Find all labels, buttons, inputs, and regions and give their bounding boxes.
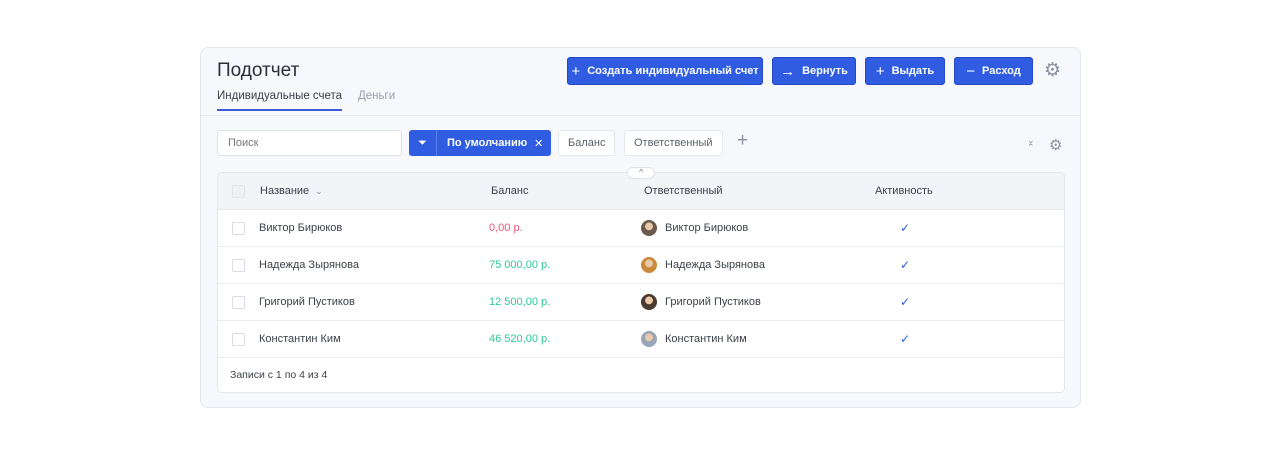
plus-icon: + — [571, 62, 581, 80]
table-row[interactable]: Константин Ким 46 520,00 р. Константин К… — [218, 321, 1064, 358]
button-label: Выдать — [891, 65, 935, 77]
filter-preset-label: По умолчанию — [447, 137, 528, 149]
row-checkbox[interactable] — [232, 259, 245, 272]
table-settings-gear-icon[interactable]: ⚙ — [1049, 136, 1062, 154]
avatar — [641, 331, 657, 347]
account-balance: 46 520,00 р. — [489, 333, 551, 345]
table-row[interactable]: Надежда Зырянова 75 000,00 р. Надежда Зы… — [218, 247, 1064, 284]
account-owner: Григорий Пустиков — [641, 284, 761, 320]
account-name[interactable]: Константин Ким — [259, 321, 341, 357]
return-button[interactable]: → Вернуть — [772, 57, 856, 85]
checkmark-icon: ✓ — [900, 295, 911, 309]
create-account-button[interactable]: + Создать индивидуальный счет — [567, 57, 763, 85]
avatar — [641, 220, 657, 236]
owner-name: Константин Ким — [665, 333, 747, 345]
checkmark-icon: ✓ — [900, 332, 911, 346]
avatar — [641, 257, 657, 273]
column-header-activity[interactable]: Активность — [875, 173, 933, 209]
account-name[interactable]: Виктор Бирюков — [259, 210, 342, 246]
row-checkbox[interactable] — [232, 222, 245, 235]
avatar — [641, 294, 657, 310]
filter-chip-balance[interactable]: Баланс — [558, 130, 616, 156]
checkmark-icon: ✓ — [900, 258, 911, 272]
minus-icon: − — [966, 62, 976, 80]
filter-preset-chip[interactable]: ⏷ По умолчанию ✕ — [409, 130, 551, 156]
account-name[interactable]: Надежда Зырянова — [259, 247, 359, 283]
owner-name: Виктор Бирюков — [665, 222, 749, 234]
search-input[interactable] — [217, 130, 402, 156]
row-checkbox[interactable] — [232, 333, 245, 346]
column-header-name[interactable]: Название ⌄ — [260, 173, 323, 209]
select-all-checkbox[interactable] — [232, 185, 245, 198]
settings-gear-icon[interactable]: ⚙ — [1044, 59, 1061, 82]
divider — [201, 115, 1080, 116]
close-icon[interactable]: ✕ — [534, 137, 543, 150]
account-balance: 12 500,00 р. — [489, 296, 551, 308]
table-row[interactable]: Григорий Пустиков 12 500,00 р. Григорий … — [218, 284, 1064, 321]
accountable-panel: Подотчет Индивидуальные счета Деньги + Со… — [200, 47, 1081, 408]
filter-icon: ⏷ — [409, 130, 437, 156]
tab-money[interactable]: Деньги — [358, 90, 395, 109]
button-label: Вернуть — [802, 65, 848, 77]
chevron-up-icon[interactable]: ^ — [627, 167, 655, 179]
issue-button[interactable]: + Выдать — [865, 57, 945, 85]
plus-icon: + — [875, 62, 885, 80]
accounts-table: Название ⌄ Баланс Ответственный Активност… — [217, 172, 1065, 393]
column-header-owner[interactable]: Ответственный — [644, 173, 723, 209]
account-name[interactable]: Григорий Пустиков — [259, 284, 355, 320]
button-label: Расход — [982, 65, 1021, 77]
expand-collapse-icon[interactable]: ⌄ ⌃ — [1027, 136, 1035, 152]
filter-chip-owner[interactable]: Ответственный — [624, 130, 723, 156]
tab-individual-accounts[interactable]: Индивидуальные счета — [217, 90, 343, 111]
account-owner: Виктор Бирюков — [641, 210, 748, 246]
expense-button[interactable]: − Расход — [954, 57, 1033, 85]
owner-name: Григорий Пустиков — [665, 296, 761, 308]
account-owner: Надежда Зырянова — [641, 247, 765, 283]
button-label: Создать индивидуальный счет — [587, 65, 759, 77]
account-balance: 75 000,00 р. — [489, 259, 551, 271]
column-header-balance[interactable]: Баланс — [491, 173, 528, 209]
checkmark-icon: ✓ — [900, 221, 911, 235]
arrow-right-icon: → — [780, 62, 796, 80]
account-balance: 0,00 р. — [489, 222, 523, 234]
add-filter-icon[interactable]: + — [737, 130, 748, 152]
page-title: Подотчет — [217, 60, 300, 81]
chevron-down-icon: ⌄ — [315, 185, 323, 196]
account-owner: Константин Ким — [641, 321, 747, 357]
pagination-info: Записи с 1 по 4 из 4 — [230, 369, 328, 381]
column-label: Название — [260, 185, 310, 197]
owner-name: Надежда Зырянова — [665, 259, 765, 271]
row-checkbox[interactable] — [232, 296, 245, 309]
table-row[interactable]: Виктор Бирюков 0,00 р. Виктор Бирюков ✓ — [218, 210, 1064, 247]
